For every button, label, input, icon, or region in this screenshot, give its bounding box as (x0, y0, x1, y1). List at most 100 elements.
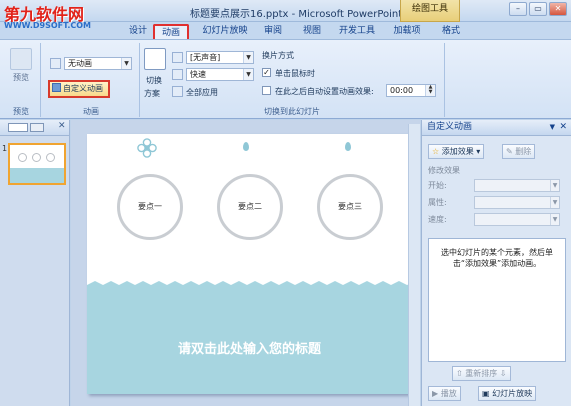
slideshow-label: 幻灯片放映 (492, 389, 533, 398)
thumbnail-circle (18, 153, 27, 162)
sound-combo[interactable]: [无声音] ▼ (186, 51, 254, 64)
sound-icon (172, 52, 183, 63)
on-click-label: 单击鼠标时 (275, 69, 315, 78)
point-circle-2[interactable]: 要点二 (217, 174, 283, 240)
auto-after-checkbox[interactable] (262, 86, 271, 95)
thumbnail-circle (46, 153, 55, 162)
preview-button[interactable]: 预览 (6, 48, 36, 83)
tab-addins[interactable]: 加载项 (388, 24, 426, 39)
animation-icon (50, 58, 61, 69)
thumbnail-circle (32, 153, 41, 162)
tab-developer[interactable]: 开发工具 (336, 24, 378, 39)
point-circle-1[interactable]: 要点一 (117, 174, 183, 240)
reorder-control[interactable]: ⇧ 重新排序 ⇩ (452, 366, 511, 381)
preview-label: 预览 (13, 73, 29, 82)
tab-format[interactable]: 格式 (436, 24, 466, 39)
tab-view[interactable]: 视图 (297, 24, 327, 39)
outline-tab-icon[interactable] (30, 123, 44, 132)
task-pane-header: 自定义动画 ▼ ✕ (422, 120, 571, 136)
on-click-checkbox[interactable]: ✓ (262, 68, 271, 77)
animation-group-label: 动画 (83, 107, 99, 116)
animation-list[interactable]: 选中幻灯片的某个元素，然后单击“添加效果”添加动画。 (428, 238, 566, 362)
tab-animation[interactable]: 动画 (153, 24, 189, 39)
transition-scheme-button[interactable] (142, 48, 168, 72)
water-drop-icon (345, 142, 351, 151)
title-bar: 第九软件网 标题要点展示16.pptx - Microsoft PowerPoi… (0, 0, 571, 24)
slide-number: 1 (2, 144, 8, 153)
speed-combo-pane[interactable]: ▼ (474, 213, 560, 226)
add-effect-button[interactable]: ☆ 添加效果 ▾ (428, 144, 485, 159)
ribbon: 预览 预览 无动画 ▼ 自定义动画 动画 切换 方案 [无声音] ▼ 快速 ▼ … (0, 39, 571, 119)
vertical-scrollbar[interactable] (408, 124, 420, 406)
point-circle-3[interactable]: 要点三 (317, 174, 383, 240)
slide-thumbnail[interactable] (8, 143, 66, 185)
chevron-down-icon: ▼ (550, 214, 559, 225)
chevron-down-icon: ▼ (243, 52, 253, 63)
animation-list-hint: 选中幻灯片的某个元素，然后单击“添加效果”添加动画。 (441, 248, 553, 268)
property-combo[interactable]: ▼ (474, 196, 560, 209)
chevron-down-icon[interactable]: ▼ (550, 120, 555, 135)
restore-button[interactable]: ▭ (529, 2, 547, 16)
drawing-tools-context-tab[interactable]: 绘图工具 (400, 0, 460, 22)
star-icon: ☆ (432, 147, 440, 156)
play-button[interactable]: ▶ 播放 (428, 386, 461, 401)
tab-slideshow[interactable]: 幻灯片放映 (196, 24, 254, 39)
switch-label-1: 切换 (146, 76, 162, 85)
apply-all-button[interactable]: 全部应用 (186, 87, 218, 98)
reorder-label: 重新排序 (465, 369, 498, 378)
speed-icon (172, 69, 183, 80)
chevron-down-icon: ▼ (550, 180, 559, 191)
speed-label: 速度: (428, 215, 447, 224)
chevron-down-icon: ▼ (550, 197, 559, 208)
slideshow-icon: ▣ (482, 389, 490, 398)
chevron-down-icon: ▼ (243, 69, 253, 80)
auto-after-label: 在此之后自动设置动画效果: (275, 87, 374, 96)
animation-combo-value: 无动画 (68, 59, 92, 68)
start-label: 开始: (428, 181, 447, 190)
move-up-icon: ⇧ (456, 369, 463, 378)
time-spinner[interactable]: 00:00 ▲ ▼ (386, 84, 436, 97)
transition-scheme-icon (144, 48, 166, 70)
close-icon[interactable]: ✕ (559, 120, 567, 135)
close-button[interactable]: ✕ (549, 2, 567, 16)
group-divider (444, 43, 445, 117)
window-controls: – ▭ ✕ (509, 2, 567, 16)
property-label: 属性: (428, 198, 447, 207)
move-down-icon: ⇩ (499, 369, 507, 378)
remove-button[interactable]: ✎ 删除 (502, 144, 536, 159)
custom-animation-pane: 自定义动画 ▼ ✕ ☆ 添加效果 ▾ ✎ 删除 修改效果 开始: ▼ 属性: ▼… (421, 120, 571, 406)
window-title: 标题要点展示16.pptx - Microsoft PowerPoint (190, 9, 403, 20)
slides-pane: ✕ 1 (0, 120, 70, 406)
switch-label-2: 方案 (144, 89, 160, 98)
play-label: 播放 (440, 389, 457, 398)
animation-combo[interactable]: 无动画 ▼ (64, 57, 132, 70)
custom-animation-button[interactable]: 自定义动画 (48, 80, 110, 98)
preview-group-label: 预览 (13, 107, 29, 116)
preview-icon (10, 48, 32, 70)
task-pane-title: 自定义动画 (427, 122, 473, 132)
add-effect-label: 添加效果 (441, 147, 474, 156)
title-placeholder[interactable]: 请双击此处输入您的标题 (87, 338, 412, 357)
slides-pane-header: ✕ (0, 120, 69, 136)
slides-tab-icon[interactable] (8, 123, 28, 132)
remove-label: 删除 (515, 147, 532, 156)
custom-animation-icon (52, 83, 61, 92)
time-value: 00:00 (390, 86, 414, 95)
speed-combo[interactable]: 快速 ▼ (186, 68, 254, 81)
watermark-url: WWW.D9SOFT.COM (4, 21, 92, 30)
tab-design[interactable]: 设计 (124, 24, 152, 39)
tab-review[interactable]: 审阅 (258, 24, 288, 39)
play-icon: ▶ (432, 389, 439, 398)
switch-mode-label: 换片方式 (262, 51, 294, 60)
slideshow-button[interactable]: ▣ 幻灯片放映 (478, 386, 537, 401)
slide[interactable]: 要点一 要点二 要点三 请双击此处输入您的标题 (87, 134, 412, 394)
minimize-button[interactable]: – (509, 2, 527, 16)
transition-group-label: 切换到此幻灯片 (264, 107, 320, 116)
modify-effect-label: 修改效果 (428, 166, 460, 175)
chevron-down-icon: ▼ (121, 58, 131, 69)
custom-animation-label: 自定义动画 (63, 84, 103, 93)
start-combo[interactable]: ▼ (474, 179, 560, 192)
group-divider (139, 43, 140, 117)
close-icon[interactable]: ✕ (58, 121, 66, 131)
spinner-arrows-icon: ▲ ▼ (425, 85, 435, 96)
